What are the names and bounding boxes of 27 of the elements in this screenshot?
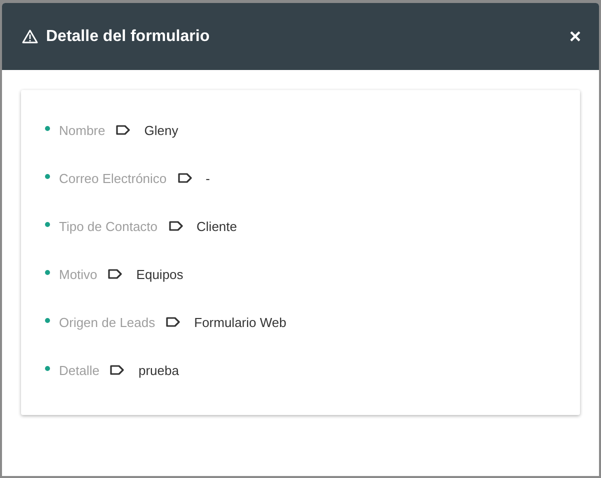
close-button[interactable]: ×	[569, 26, 581, 46]
bullet-icon	[45, 174, 50, 178]
warning-icon	[22, 29, 38, 44]
field-label: Nombre	[59, 122, 106, 138]
field-value: Formulario Web	[194, 314, 286, 330]
field-value: Gleny	[144, 122, 178, 138]
bullet-icon	[45, 222, 50, 226]
field-label: Origen de Leads	[59, 314, 156, 330]
field-value: prueba	[138, 362, 179, 378]
field-value: Equipos	[136, 266, 184, 282]
field-value: Cliente	[196, 218, 237, 234]
tag-icon	[108, 269, 122, 279]
field-label: Motivo	[59, 266, 98, 282]
tag-icon	[168, 221, 183, 231]
bullet-icon	[45, 270, 50, 274]
field-label: Tipo de Contacto	[59, 218, 158, 234]
field-label: Correo Electrónico	[59, 170, 167, 186]
field-value: -	[206, 170, 210, 186]
bullet-icon	[45, 318, 50, 322]
dialog-title: Detalle del formulario	[46, 28, 211, 46]
tag-icon	[166, 317, 180, 327]
tag-icon	[178, 173, 192, 183]
tag-icon	[116, 125, 130, 135]
tag-icon	[110, 365, 124, 375]
bullet-icon	[45, 126, 50, 130]
field-label: Detalle	[59, 362, 100, 378]
bullet-icon	[45, 366, 50, 370]
